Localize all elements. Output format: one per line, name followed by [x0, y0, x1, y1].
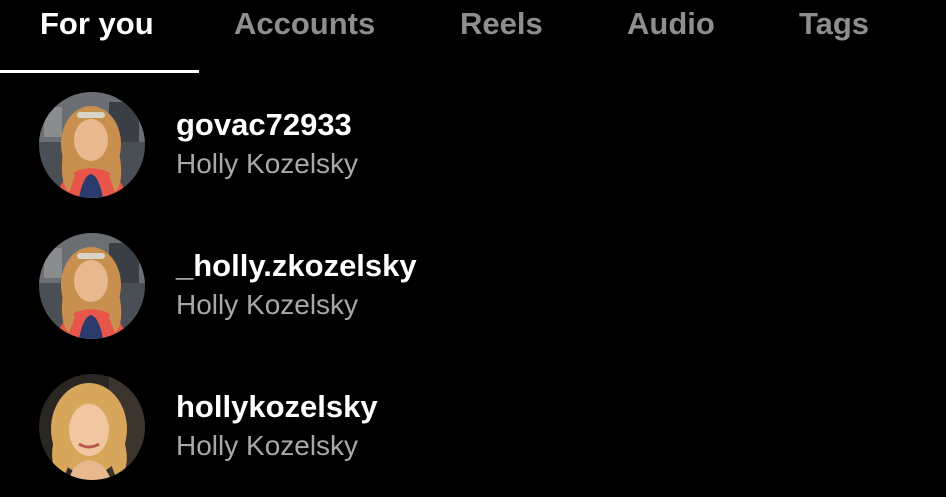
profile-photo-woman-portrait	[39, 374, 145, 480]
tab-accounts[interactable]: Accounts	[234, 4, 375, 44]
tab-audio[interactable]: Audio	[627, 4, 715, 44]
account-result-row[interactable]: hollykozelsky Holly Kozelsky	[0, 370, 946, 490]
account-result-row[interactable]: govac72933 Holly Kozelsky	[0, 88, 946, 208]
tab-for-you[interactable]: For you	[40, 4, 154, 44]
profile-photo-woman-sunglasses	[39, 233, 145, 339]
account-username: hollykozelsky	[176, 389, 378, 424]
account-full-name: Holly Kozelsky	[176, 430, 359, 461]
avatar[interactable]	[39, 92, 145, 198]
account-result-row[interactable]: _holly.zkozelsky Holly Kozelsky	[0, 229, 946, 349]
account-full-name: Holly Kozelsky	[176, 148, 359, 179]
account-username: _holly.zkozelsky	[176, 248, 417, 283]
active-tab-indicator	[0, 70, 199, 73]
tab-tags[interactable]: Tags	[799, 4, 869, 44]
account-full-name: Holly Kozelsky	[176, 289, 359, 320]
profile-photo-woman-sunglasses	[39, 92, 145, 198]
tab-reels[interactable]: Reels	[460, 4, 543, 44]
account-username: govac72933	[176, 107, 352, 142]
avatar[interactable]	[39, 233, 145, 339]
avatar[interactable]	[39, 374, 145, 480]
search-tab-bar: For you Accounts Reels Audio Tags	[0, 0, 946, 74]
